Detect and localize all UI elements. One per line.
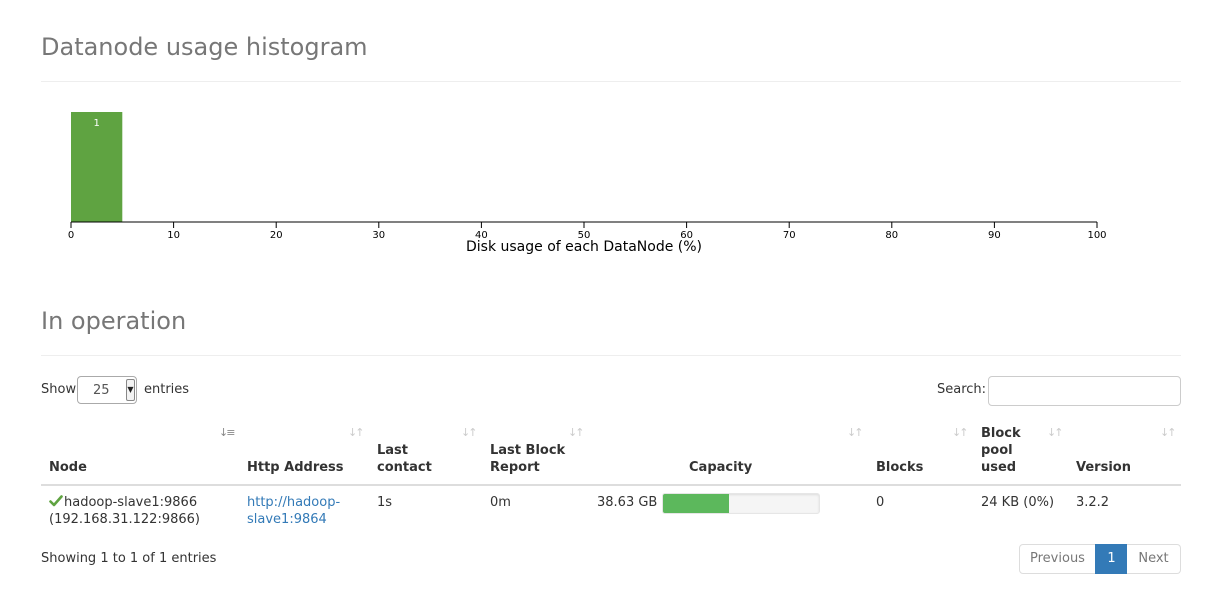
version-value: 3.2.2 xyxy=(1076,495,1110,510)
last-contact-value: 1s xyxy=(377,495,393,510)
column-header-label: pool xyxy=(981,443,1013,458)
column-header-label: Last xyxy=(377,443,409,458)
column-header-label: Http Address xyxy=(247,460,344,475)
block-pool-used-value: 24 KB (0%) xyxy=(981,495,1055,510)
sort-icon[interactable]: ↓↑ xyxy=(348,427,365,439)
operation-section-title: In operation xyxy=(41,307,187,335)
http-address-line: http://hadoop- xyxy=(247,495,341,510)
column-header-block-pool-used[interactable]: Block pool used xyxy=(981,425,1021,476)
search-label: Search: xyxy=(937,382,987,397)
search-input[interactable] xyxy=(988,376,1181,406)
x-tick-label: 100 xyxy=(1087,230,1106,241)
disk-usage-histogram: 10 10 20 30 40 50 60 70 80 90 100Disk usage of eac… xyxy=(68,112,1107,255)
http-address-link[interactable]: http://hadoop- slave1:9864 xyxy=(247,494,340,528)
sort-icon[interactable]: ↓↑ xyxy=(568,427,585,439)
x-tick-label: 20 xyxy=(270,230,283,241)
column-header-last-contact[interactable]: Last contact xyxy=(377,442,432,476)
column-header-label: Capacity xyxy=(689,460,753,475)
capacity-progress-fill xyxy=(663,494,729,513)
column-header-label: Node xyxy=(49,460,87,475)
dropdown-arrow-icon: ▼ xyxy=(126,379,135,401)
column-header-blocks[interactable]: Blocks xyxy=(876,459,923,476)
x-axis-title: Disk usage of each DataNode (%) xyxy=(466,239,702,255)
sort-icon[interactable]: ↓↑ xyxy=(1160,427,1177,439)
column-header-label: Blocks xyxy=(876,460,924,475)
column-header-version[interactable]: Version xyxy=(1076,459,1131,476)
x-tick-label: 30 xyxy=(372,230,385,241)
check-icon xyxy=(49,495,63,507)
entries-label: entries xyxy=(144,382,190,397)
x-tick-label: 0 xyxy=(68,230,74,241)
table-header-divider xyxy=(41,484,1181,486)
show-label: Show xyxy=(41,382,77,397)
column-header-http-address[interactable]: Http Address xyxy=(247,459,344,476)
node-ip: (192.168.31.122:9866) xyxy=(49,512,200,527)
column-header-label: Report xyxy=(490,460,540,475)
x-tick-label: 70 xyxy=(783,230,796,241)
sort-icon[interactable]: ↓↑ xyxy=(461,427,478,439)
x-tick-label: 10 xyxy=(167,230,180,241)
column-header-label: used xyxy=(981,460,1017,475)
column-header-node[interactable]: Node xyxy=(49,459,87,476)
node-name: hadoop-slave1:9866 xyxy=(64,495,198,510)
sort-icon[interactable]: ↓↑ xyxy=(1047,427,1064,439)
column-header-capacity[interactable]: Capacity xyxy=(689,459,752,476)
next-page-button[interactable]: Next xyxy=(1127,544,1181,574)
last-block-report-value: 0m xyxy=(490,495,511,510)
column-header-label: Block xyxy=(981,426,1021,441)
sort-icon[interactable]: ↓↑ xyxy=(952,427,969,439)
column-header-last-block-report[interactable]: Last Block Report xyxy=(490,442,565,476)
sort-icon[interactable]: ↓↑ xyxy=(847,427,864,439)
x-tick-label: 80 xyxy=(885,230,898,241)
capacity-value: 38.63 GB xyxy=(597,495,658,510)
entries-per-page-select[interactable]: 25 ▼ xyxy=(77,376,137,404)
blocks-value: 0 xyxy=(876,495,885,510)
column-header-label: Last Block xyxy=(490,443,566,458)
column-header-label: contact xyxy=(377,460,432,475)
entries-per-page-value: 25 xyxy=(93,383,110,398)
http-address-line: slave1:9864 xyxy=(247,512,327,527)
x-tick-label: 90 xyxy=(988,230,1001,241)
previous-page-button[interactable]: Previous xyxy=(1019,544,1096,574)
capacity-progress-bar xyxy=(662,493,820,514)
section-divider xyxy=(41,355,1181,356)
table-info: Showing 1 to 1 of 1 entries xyxy=(41,551,217,566)
bar-count-label: 1 xyxy=(93,118,99,129)
page-1-button[interactable]: 1 xyxy=(1095,544,1128,574)
sort-asc-icon[interactable]: ↓≡ xyxy=(219,427,236,439)
column-header-label: Version xyxy=(1076,460,1131,475)
